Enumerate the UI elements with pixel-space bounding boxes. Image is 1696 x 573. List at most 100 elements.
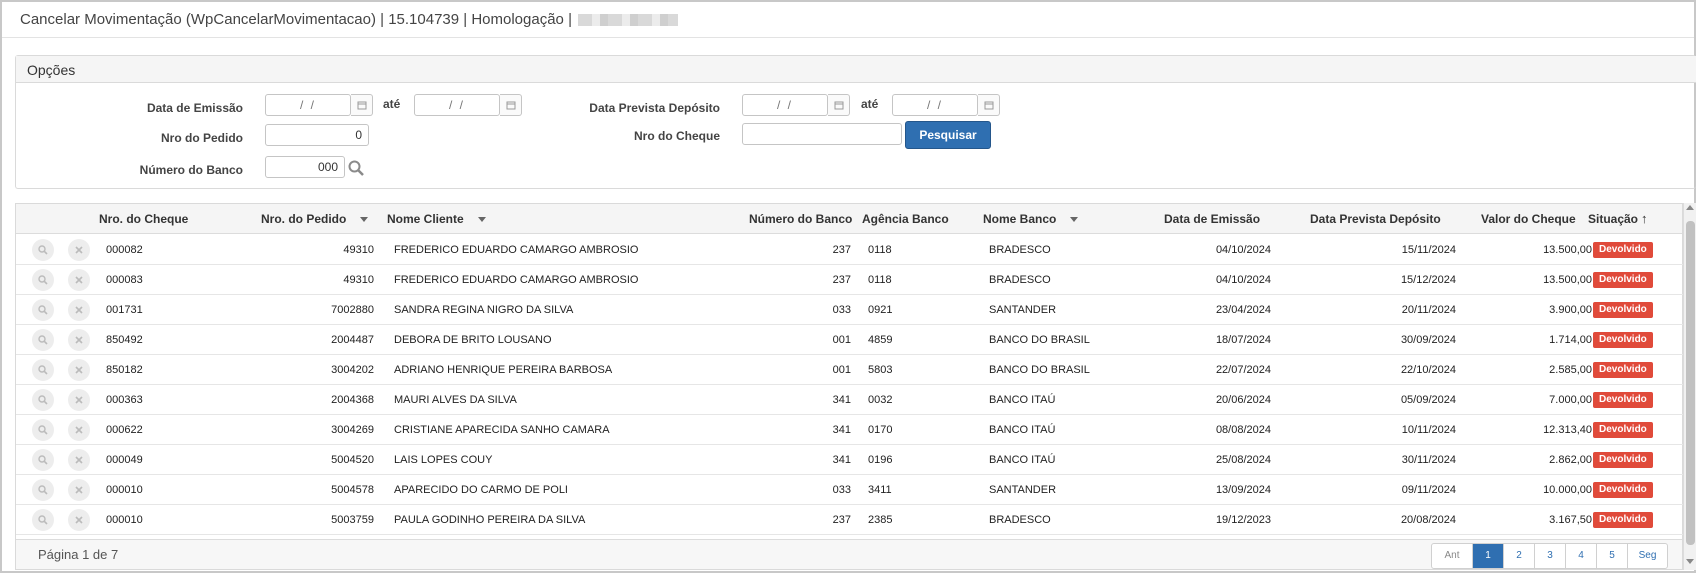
cell-numero-banco: 033: [832, 484, 851, 496]
cell-valor-cheque: 10.000,00: [1543, 484, 1592, 496]
cell-nome-banco: BANCO DO BRASIL: [989, 364, 1090, 376]
numero-banco-input[interactable]: [265, 156, 345, 178]
nro-pedido-input[interactable]: [265, 124, 369, 146]
cancel-close-icon[interactable]: [68, 269, 90, 291]
view-search-icon[interactable]: [32, 299, 54, 321]
calendar-icon[interactable]: [978, 94, 1000, 116]
status-badge: Devolvido: [1593, 512, 1653, 528]
data-emissao-start-input[interactable]: [265, 94, 351, 116]
cell-nome-banco: BANCO ITAÚ: [989, 454, 1056, 466]
table-row[interactable]: 000363 2004368 MAURI ALVES DA SILVA 341 0032…: [16, 385, 1683, 415]
col-nome-cliente[interactable]: Nome Cliente: [387, 204, 486, 234]
view-search-icon[interactable]: [32, 419, 54, 441]
table-row[interactable]: 000010 5003759 PAULA GODINHO PEREIRA DA SI…: [16, 505, 1683, 535]
col-nome-banco[interactable]: Nome Banco: [983, 204, 1079, 234]
view-search-icon[interactable]: [32, 359, 54, 381]
cancel-close-icon[interactable]: [68, 449, 90, 471]
status-badge: Devolvido: [1593, 452, 1653, 468]
col-nro-cheque[interactable]: Nro. do Cheque: [99, 204, 188, 234]
cell-nro-pedido: 5004578: [331, 484, 374, 496]
cell-data-emissao: 18/07/2024: [1215, 334, 1271, 346]
col-agencia-banco[interactable]: Agência Banco: [862, 204, 949, 234]
cell-data-prevista: 20/11/2024: [1401, 304, 1456, 316]
options-header: Opções: [16, 56, 1696, 83]
cell-nro-pedido: 5003759: [331, 514, 374, 526]
search-icon[interactable]: [348, 160, 364, 176]
ate-label: até: [861, 97, 879, 111]
cell-numero-banco: 341: [832, 454, 851, 466]
col-situacao[interactable]: Situação ↑: [1588, 204, 1648, 234]
scroll-thumb[interactable]: [1686, 221, 1695, 545]
numero-banco-label: Número do Banco: [139, 163, 243, 177]
view-search-icon[interactable]: [32, 329, 54, 351]
pagination-page-4[interactable]: 4: [1565, 544, 1596, 568]
calendar-icon[interactable]: [500, 94, 522, 116]
cell-nro-cheque: 850492: [106, 334, 143, 346]
vertical-scrollbar[interactable]: [1683, 203, 1696, 570]
pagination-prev[interactable]: Ant: [1432, 544, 1472, 568]
col-nro-pedido[interactable]: Nro. do Pedido: [261, 204, 369, 234]
pagination-page-1[interactable]: 1: [1472, 544, 1503, 568]
cell-data-prevista: 09/11/2024: [1401, 484, 1456, 496]
cell-data-emissao: 04/10/2024: [1215, 244, 1271, 256]
cell-agencia: 0170: [868, 424, 893, 436]
view-search-icon[interactable]: [32, 389, 54, 411]
pagination-page-3[interactable]: 3: [1534, 544, 1565, 568]
col-data-prevista[interactable]: Data Prevista Depósito: [1310, 204, 1441, 234]
calendar-icon[interactable]: [828, 94, 850, 116]
cancel-close-icon[interactable]: [68, 299, 90, 321]
table-row[interactable]: 000622 3004269 CRISTIANE APARECIDA SANHO C…: [16, 415, 1683, 445]
table-row[interactable]: 000010 5004578 APARECIDO DO CARMO DE POLI 0…: [16, 475, 1683, 505]
col-valor-cheque[interactable]: Valor do Cheque: [1481, 204, 1576, 234]
data-prevista-start-input[interactable]: [742, 94, 828, 116]
pagination-page-2[interactable]: 2: [1503, 544, 1534, 568]
cell-nro-cheque: 000010: [106, 514, 143, 526]
cell-nome-cliente: ADRIANO HENRIQUE PEREIRA BARBOSA: [394, 364, 613, 376]
table-row[interactable]: 000083 49310 FREDERICO EDUARDO CAMARGO AMB…: [16, 265, 1683, 295]
sort-asc-icon: ↑: [1641, 211, 1648, 226]
pagination-next[interactable]: Seg: [1627, 544, 1667, 568]
cell-nome-cliente: MAURI ALVES DA SILVA: [394, 394, 517, 406]
cancel-close-icon[interactable]: [68, 239, 90, 261]
status-badge: Devolvido: [1593, 302, 1653, 318]
cell-nro-cheque: 001731: [106, 304, 143, 316]
view-search-icon[interactable]: [32, 509, 54, 531]
status-badge: Devolvido: [1593, 332, 1653, 348]
table-row[interactable]: 850492 2004487 DEBORA DE BRITO LOUSANO 001 4…: [16, 325, 1683, 355]
cell-data-prevista: 15/12/2024: [1400, 274, 1456, 286]
scroll-down-arrow[interactable]: [1686, 559, 1694, 564]
view-search-icon[interactable]: [32, 239, 54, 261]
scroll-up-arrow[interactable]: [1686, 205, 1694, 210]
cancel-close-icon[interactable]: [68, 479, 90, 501]
cell-numero-banco: 341: [832, 394, 851, 406]
table-row[interactable]: 000082 49310 FREDERICO EDUARDO CAMARGO AMB…: [16, 235, 1683, 265]
cell-valor-cheque: 12.313,40: [1543, 424, 1592, 436]
pagination-page-5[interactable]: 5: [1596, 544, 1627, 568]
cancel-close-icon[interactable]: [68, 359, 90, 381]
nro-cheque-input[interactable]: [742, 123, 902, 145]
data-prevista-end-input[interactable]: [892, 94, 978, 116]
cell-nro-pedido: 2004487: [331, 334, 374, 346]
cancel-close-icon[interactable]: [68, 329, 90, 351]
search-button[interactable]: Pesquisar: [905, 121, 991, 149]
sort-caret-icon: [477, 217, 486, 223]
table-row[interactable]: 000049 5004520 LAIS LOPES COUY 341 0196 BANCO…: [16, 445, 1683, 475]
cancel-close-icon[interactable]: [68, 419, 90, 441]
cell-numero-banco: 001: [832, 334, 851, 346]
cancel-close-icon[interactable]: [68, 509, 90, 531]
data-emissao-end-input[interactable]: [414, 94, 500, 116]
calendar-icon[interactable]: [351, 94, 373, 116]
cancel-close-icon[interactable]: [68, 389, 90, 411]
cell-nro-cheque: 000363: [106, 394, 143, 406]
view-search-icon[interactable]: [32, 479, 54, 501]
view-search-icon[interactable]: [32, 449, 54, 471]
view-search-icon[interactable]: [32, 269, 54, 291]
cell-nro-cheque: 000082: [106, 244, 143, 256]
data-emissao-label: Data de Emissão: [146, 101, 243, 115]
cell-nro-pedido: 3004202: [331, 364, 374, 376]
table-row[interactable]: 850182 3004202 ADRIANO HENRIQUE PEREIRA BA…: [16, 355, 1683, 385]
col-data-emissao[interactable]: Data de Emissão: [1164, 204, 1260, 234]
table-row[interactable]: 001731 7002880 SANDRA REGINA NIGRO DA SILV…: [16, 295, 1683, 325]
cell-nome-banco: BRADESCO: [989, 244, 1051, 256]
col-numero-banco[interactable]: Número do Banco: [749, 204, 852, 234]
